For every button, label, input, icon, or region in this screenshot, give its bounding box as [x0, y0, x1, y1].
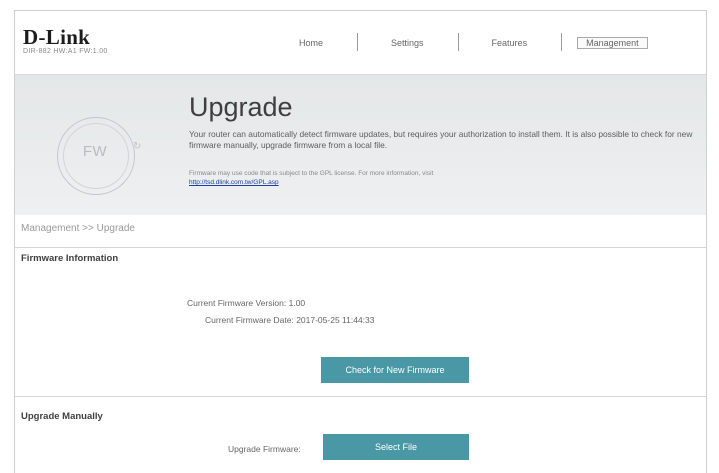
page-title: Upgrade	[189, 92, 293, 122]
divider	[15, 247, 706, 248]
page-description: Your router can automatically detect fir…	[189, 129, 693, 150]
gpl-text: Firmware may use code that is subject to…	[189, 170, 434, 177]
refresh-arrow-icon: ↻	[133, 141, 142, 152]
firmware-date-label: Current Firmware Date:	[205, 315, 294, 325]
firmware-date-row: Current Firmware Date: 2017-05-25 11:44:…	[205, 315, 375, 325]
select-file-button[interactable]: Select File	[323, 434, 469, 460]
gpl-link[interactable]: http://tsd.dlink.com.tw/GPL.asp	[189, 179, 279, 186]
nav-management-wrap: Management	[561, 31, 648, 55]
nav-management[interactable]: Management	[577, 37, 648, 49]
dlink-logo[interactable]: D-Link	[23, 25, 90, 50]
main-nav: Home Settings Features Management	[265, 31, 648, 55]
nav-settings[interactable]: Settings	[357, 31, 458, 55]
model-info: DIR-882 HW:A1 FW:1.00	[23, 48, 108, 55]
firmware-date-value: 2017-05-25 11:44:33	[296, 315, 375, 325]
firmware-version-row: Current Firmware Version: 1.00	[187, 298, 305, 308]
header: D-Link DIR-882 HW:A1 FW:1.00 Home Settin…	[15, 11, 706, 74]
divider	[15, 396, 706, 397]
nav-home[interactable]: Home	[265, 31, 357, 55]
firmware-icon-label: FW	[82, 143, 108, 160]
firmware-info-title: Firmware Information	[21, 253, 119, 264]
gpl-notice: Firmware may use code that is subject to…	[189, 169, 669, 187]
breadcrumb: Management >> Upgrade	[21, 223, 135, 234]
nav-features[interactable]: Features	[457, 31, 562, 55]
upgrade-firmware-label: Upgrade Firmware:	[228, 444, 301, 454]
firmware-version-value: 1.00	[288, 298, 306, 308]
firmware-version-label: Current Firmware Version:	[187, 298, 287, 308]
upgrade-manually-title: Upgrade Manually	[21, 411, 103, 422]
page-banner: ↻ FW Upgrade Your router can automatical…	[15, 74, 706, 215]
check-new-firmware-button[interactable]: Check for New Firmware	[321, 357, 469, 383]
router-admin-frame: D-Link DIR-882 HW:A1 FW:1.00 Home Settin…	[14, 10, 707, 473]
